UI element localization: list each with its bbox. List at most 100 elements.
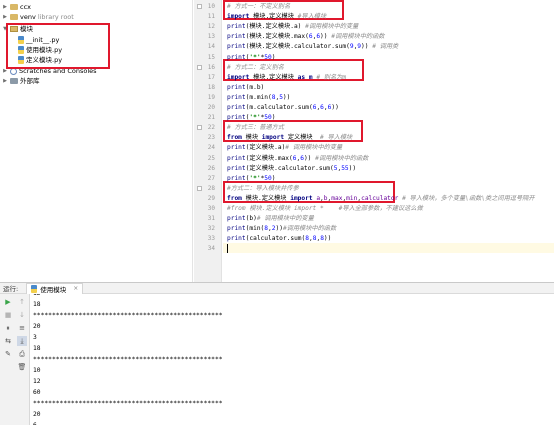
restore-layout-icon[interactable]: ⇆ bbox=[3, 336, 13, 346]
code-token: )) bbox=[303, 154, 316, 162]
code-token: (模块.定义模块.max( bbox=[245, 33, 309, 41]
folder-icon bbox=[10, 14, 18, 20]
close-icon[interactable]: × bbox=[73, 285, 78, 292]
code-token: print bbox=[227, 144, 246, 152]
line-number: 26 bbox=[207, 164, 215, 172]
arrow-down-icon[interactable]: ↓ bbox=[17, 310, 27, 320]
code-token: # 导入模块 bbox=[320, 134, 353, 142]
run-tab[interactable]: 使用模块 × bbox=[26, 282, 84, 294]
code-line[interactable]: # 方式二：定义别名 bbox=[227, 63, 284, 73]
run-tool-window-header: 运行: 使用模块 × bbox=[0, 282, 554, 294]
code-token: # 方式一：不定义别名 bbox=[227, 3, 291, 10]
fold-marker-icon[interactable] bbox=[197, 64, 202, 70]
fold-marker-icon[interactable] bbox=[197, 4, 202, 9]
chevron-right-icon[interactable]: ▶ bbox=[2, 76, 8, 86]
code-editor[interactable]: # 方式一：不定义别名 import 模块.定义模块 #导入模块 print(模块.… bbox=[223, 0, 554, 282]
code-line[interactable]: print(calculator.sum(8,8,8)) bbox=[227, 234, 331, 244]
scroll-to-end-icon[interactable]: ⤓ bbox=[17, 336, 27, 346]
console-output-line: ****************************************… bbox=[33, 356, 223, 363]
code-line[interactable]: print(模块.定义模块.max(6,6)) #调用模块中的函数 bbox=[227, 32, 384, 42]
code-token: 模块.定义模块 bbox=[249, 13, 298, 21]
code-line[interactable]: print(定义模块.a)# 调用模块中的变量 bbox=[227, 143, 342, 153]
code-line[interactable]: import 模块.定义模块 as m # 别名为m bbox=[227, 73, 346, 83]
code-line[interactable]: print(定义模块.max(6,6)) #调用模块中的函数 bbox=[227, 154, 368, 164]
code-token: print bbox=[227, 225, 246, 233]
tree-item-venv[interactable]: ▶ venv library root bbox=[2, 12, 74, 22]
fold-marker-icon[interactable] bbox=[197, 125, 202, 131]
code-token: calculator bbox=[361, 194, 399, 202]
code-token: (m.calculator.sum( bbox=[245, 104, 313, 111]
fold-marker-icon[interactable] bbox=[197, 185, 202, 191]
tree-item-label: 外部库 bbox=[20, 77, 40, 85]
code-token: print bbox=[227, 33, 246, 41]
stop-icon[interactable]: ■ bbox=[3, 310, 13, 320]
line-number: 17 bbox=[207, 73, 215, 81]
code-line[interactable]: import 模块.定义模块 #导入模块 bbox=[227, 12, 326, 22]
code-line[interactable]: print(m.min(8,5)) bbox=[227, 93, 290, 103]
print-icon[interactable]: ⎙ bbox=[17, 349, 27, 359]
pin-icon[interactable]: ✎ bbox=[3, 349, 13, 359]
code-token: print bbox=[227, 104, 246, 111]
code-token: )) bbox=[323, 235, 332, 243]
trash-icon[interactable]: 🗑 bbox=[17, 362, 27, 372]
folder-icon bbox=[10, 4, 18, 10]
code-token: max bbox=[331, 194, 343, 202]
code-token: #调用模块中的函数 bbox=[282, 225, 337, 233]
code-line[interactable]: print('*'*50) bbox=[227, 174, 275, 184]
code-token: )) bbox=[320, 33, 332, 41]
code-token: from bbox=[227, 194, 242, 202]
console-output-line: 6 bbox=[33, 420, 37, 425]
code-line[interactable]: #方式二：导入模块并传参 bbox=[227, 184, 299, 194]
soft-wrap-icon[interactable]: ≡ bbox=[17, 323, 27, 333]
text-caret bbox=[227, 244, 228, 253]
code-token: print bbox=[227, 23, 246, 31]
code-token: (模块.定义模块.calculator.sum( bbox=[245, 43, 350, 51]
chevron-right-icon[interactable]: ▶ bbox=[2, 2, 8, 12]
code-token: print bbox=[227, 83, 246, 91]
code-token: print bbox=[227, 174, 246, 182]
code-line[interactable]: print(定义模块.calculator.sum(5,55)) bbox=[227, 164, 356, 174]
rerun-icon[interactable]: ▶ bbox=[3, 297, 13, 307]
code-token: 模块.定义模块 bbox=[249, 73, 298, 81]
code-line[interactable]: from 模块.定义模块 import a,b,max,min,calculat… bbox=[227, 194, 535, 204]
code-token: 模块 bbox=[241, 134, 262, 142]
code-token: '*' bbox=[249, 53, 261, 61]
code-line[interactable]: # 方式三：普通方式 bbox=[227, 123, 284, 133]
line-number: 28 bbox=[207, 184, 215, 192]
code-token: )) bbox=[348, 164, 357, 172]
code-line[interactable]: print(m.calculator.sum(6,6,6)) bbox=[227, 103, 339, 113]
code-token: 50 bbox=[264, 114, 272, 122]
code-token: (定义模块.max( bbox=[245, 154, 293, 162]
code-line[interactable]: print(min(8,2))#调用模块中的函数 bbox=[227, 224, 336, 234]
code-line[interactable]: print(b)# 调用模块中的变量 bbox=[227, 214, 314, 224]
line-number: 13 bbox=[207, 33, 215, 41]
arrow-up-icon[interactable]: ↑ bbox=[17, 297, 27, 307]
code-line[interactable]: print(模块.定义模块.a) #调用模块中的变量 bbox=[227, 22, 358, 32]
line-number: 29 bbox=[207, 194, 215, 202]
code-token: # 调用模块中的变量 bbox=[256, 215, 314, 223]
pause-icon[interactable]: ⏸ bbox=[3, 323, 13, 333]
code-line[interactable]: print('*'*50) bbox=[227, 53, 275, 63]
code-token: # 方式三：普通方式 bbox=[227, 124, 284, 132]
line-number: 11 bbox=[207, 13, 215, 21]
tree-item-ccx[interactable]: ▶ ccx bbox=[2, 2, 31, 12]
code-line[interactable]: #from 模块.定义模块 import * #导入全部参数，不建议这么做 bbox=[227, 204, 423, 214]
code-line[interactable]: print(模块.定义模块.calculator.sum(9,9)) # 调用类 bbox=[227, 42, 398, 52]
code-line[interactable]: from 模块 import 定义模块 # 导入模块 bbox=[227, 133, 352, 143]
run-tab-label: 使用模块 bbox=[40, 285, 67, 294]
run-console-output[interactable]: 12 18 ************************************… bbox=[31, 294, 554, 425]
chevron-right-icon[interactable]: ▶ bbox=[2, 12, 8, 22]
tree-item-label: ccx bbox=[20, 3, 31, 11]
tree-item-external-libs[interactable]: ▶ 外部库 bbox=[2, 76, 40, 86]
code-line[interactable]: print(m.b) bbox=[227, 83, 264, 93]
code-token: from bbox=[227, 134, 242, 142]
code-token: (定义模块.calculator.sum( bbox=[245, 164, 334, 172]
code-token: print bbox=[227, 53, 246, 61]
code-line[interactable]: print('*'*50) bbox=[227, 113, 275, 123]
console-output-line: 18 bbox=[33, 345, 41, 352]
code-token: # 调用模块中的变量 bbox=[285, 144, 343, 152]
python-file-icon bbox=[31, 284, 38, 293]
code-token: 50 bbox=[264, 174, 272, 182]
code-line[interactable]: # 方式一：不定义别名 bbox=[227, 2, 290, 12]
library-icon bbox=[10, 78, 18, 84]
